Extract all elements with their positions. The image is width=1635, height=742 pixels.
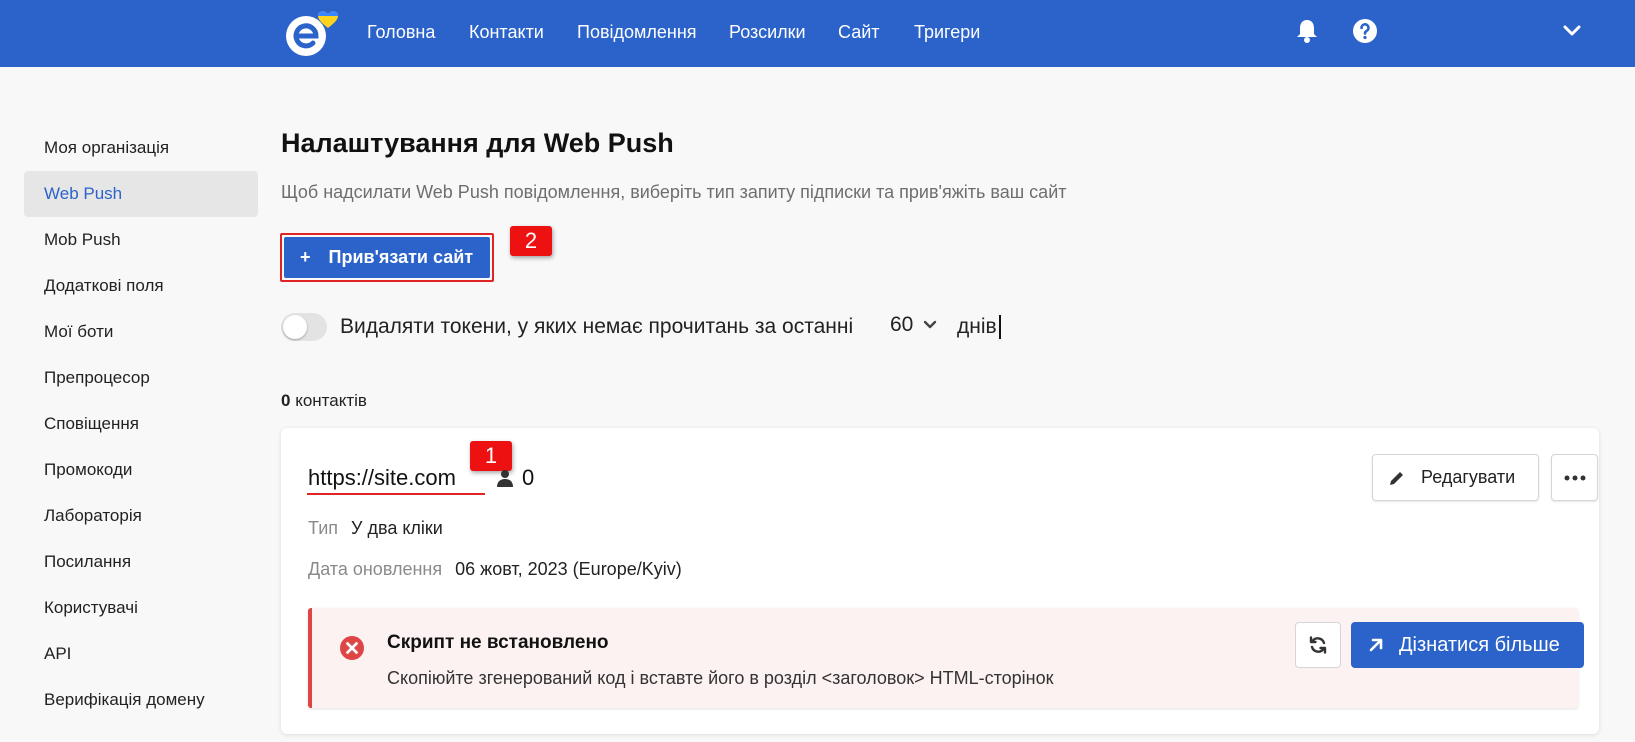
script-missing-alert: Скрипт не встановлено Скопіюйте згенеров… xyxy=(308,608,1584,708)
nav-item-contacts[interactable]: Контакти xyxy=(469,20,544,44)
person-icon xyxy=(496,469,514,492)
sidebar-item-preprocessor[interactable]: Препроцесор xyxy=(24,355,258,401)
error-icon xyxy=(339,635,365,666)
arrow-up-right-icon xyxy=(1369,638,1383,652)
annotation-badge-1: 1 xyxy=(470,441,512,471)
site-updated-value: 06 жовт, 2023 (Europe/Kyiv) xyxy=(455,559,682,579)
sidebar-item-api[interactable]: API xyxy=(24,631,258,677)
days-value: 60 xyxy=(890,313,914,336)
site-type-row: Тип У два кліки xyxy=(308,518,443,539)
nav-item-site[interactable]: Сайт xyxy=(838,20,880,44)
edit-site-button[interactable]: Редагувати xyxy=(1372,454,1539,501)
bell-icon[interactable] xyxy=(1295,18,1319,49)
site-updated-key: Дата оновлення xyxy=(308,559,443,579)
site-card: https://site.com 1 0 Редагувати Тип У дв… xyxy=(281,428,1599,734)
add-site-label: Прив'язати сайт xyxy=(328,247,474,267)
sidebar-item-additional-fields[interactable]: Додаткові поля xyxy=(24,263,258,309)
nav-item-mailings[interactable]: Розсилки xyxy=(729,20,806,44)
contacts-count: 0 xyxy=(281,391,291,410)
refresh-icon xyxy=(1309,636,1327,654)
site-type-value: У два кліки xyxy=(351,518,443,538)
nav-item-triggers[interactable]: Тригери xyxy=(914,20,980,44)
learn-more-label: Дізнатися більше xyxy=(1399,633,1560,656)
more-icon xyxy=(1564,475,1585,480)
sidebar-item-my-organization[interactable]: Моя організація xyxy=(24,125,258,171)
delete-tokens-label: Видаляти токени, у яких немає прочитань … xyxy=(340,315,854,338)
site-url-underline xyxy=(307,493,485,495)
chevron-down-icon xyxy=(924,320,937,329)
days-unit-label: днів xyxy=(957,315,1001,339)
site-subscriber-count: 0 xyxy=(522,465,535,490)
sidebar-item-notifications[interactable]: Сповіщення xyxy=(24,401,258,447)
sidebar-item-domain-verification[interactable]: Верифікація домену xyxy=(24,677,258,723)
sidebar-item-mob-push[interactable]: Mob Push xyxy=(24,217,258,263)
nav-item-messages[interactable]: Повідомлення xyxy=(577,20,697,44)
days-select[interactable]: 60 xyxy=(890,313,937,337)
sidebar-item-laboratory[interactable]: Лабораторія xyxy=(24,493,258,539)
sidebar-item-promocodes[interactable]: Промокоди xyxy=(24,447,258,493)
add-site-button[interactable]: + Прив'язати сайт xyxy=(284,237,490,278)
delete-tokens-toggle[interactable] xyxy=(281,313,327,341)
sidebar-item-links[interactable]: Посилання xyxy=(24,539,258,585)
annotation-badge-2: 2 xyxy=(510,226,552,256)
sidebar-item-web-push[interactable]: Web Push xyxy=(24,171,258,217)
pencil-icon xyxy=(1390,471,1403,485)
contacts-summary: 0 контактів xyxy=(281,391,367,411)
top-navbar: Головна Контакти Повідомлення Розсилки С… xyxy=(0,0,1635,67)
alert-text: Скопіюйте згенерований код і вставте йог… xyxy=(387,668,1054,688)
refresh-button[interactable] xyxy=(1295,622,1341,668)
toggle-knob xyxy=(283,315,307,339)
nav-item-home[interactable]: Головна xyxy=(367,20,435,44)
edit-site-label: Редагувати xyxy=(1421,467,1516,487)
page-subtitle: Щоб надсилати Web Push повідомлення, виб… xyxy=(281,182,1067,202)
plus-icon: + xyxy=(300,247,311,267)
contacts-label: контактів xyxy=(295,391,367,410)
site-url-link[interactable]: https://site.com xyxy=(308,465,456,491)
help-icon[interactable] xyxy=(1352,18,1378,49)
page-title: Налаштування для Web Push xyxy=(281,128,674,158)
more-options-button[interactable] xyxy=(1551,454,1598,501)
chevron-down-icon[interactable] xyxy=(1563,24,1581,42)
sidebar-item-my-bots[interactable]: Мої боти xyxy=(24,309,258,355)
site-updated-row: Дата оновлення 06 жовт, 2023 (Europe/Kyi… xyxy=(308,559,682,580)
settings-sidebar: Моя організація Web Push Mob Push Додатк… xyxy=(24,125,258,723)
learn-more-button[interactable]: Дізнатися більше xyxy=(1351,622,1584,668)
site-type-key: Тип xyxy=(308,518,339,538)
add-site-highlight: + Прив'язати сайт xyxy=(280,233,494,282)
alert-title: Скрипт не встановлено xyxy=(387,632,609,653)
sidebar-item-users[interactable]: Користувачі xyxy=(24,585,258,631)
logo-icon[interactable] xyxy=(284,8,350,58)
